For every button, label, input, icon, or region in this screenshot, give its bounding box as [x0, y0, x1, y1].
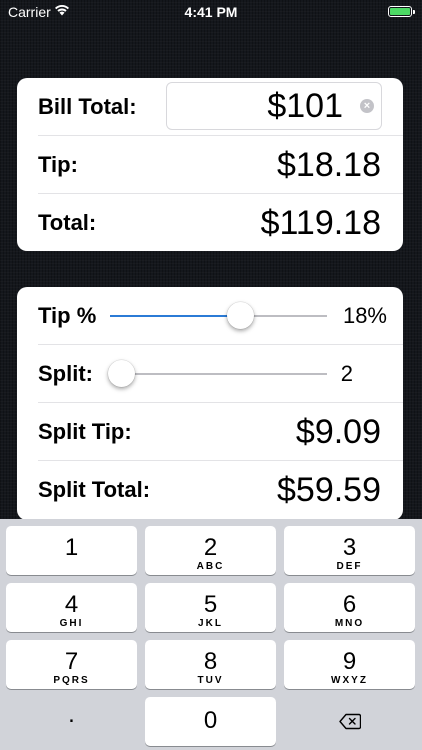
- tip-percent-label: Tip %: [38, 303, 97, 328]
- delete-key[interactable]: [284, 697, 415, 746]
- split-card: Tip % 18% Split: 2 Split Tip: $9.09 Spli…: [17, 287, 403, 520]
- key-7[interactable]: 7 PQRS: [6, 640, 137, 689]
- bill-total-row: Bill Total: ×: [17, 78, 403, 136]
- key-3[interactable]: 3 DEF: [284, 526, 415, 575]
- status-bar: Carrier 4:41 PM: [0, 0, 422, 24]
- backspace-icon: [339, 713, 361, 730]
- key-9[interactable]: 9 WXYZ: [284, 640, 415, 689]
- key-5[interactable]: 5 JKL: [145, 583, 276, 632]
- tip-percent-value: 18%: [342, 303, 387, 328]
- key-7-letters: PQRS: [53, 675, 90, 686]
- key-4-letters: GHI: [59, 618, 84, 629]
- tip-slider-thumb[interactable]: [227, 302, 255, 329]
- bill-card: Bill Total: × Tip: $18.18 Total: $119.18: [17, 78, 403, 251]
- split-total-label: Split Total:: [38, 477, 151, 502]
- key-0[interactable]: 0: [145, 697, 276, 746]
- total-row: Total: $119.18: [17, 194, 403, 252]
- split-slider[interactable]: [107, 360, 327, 387]
- bill-total-label: Bill Total:: [38, 94, 137, 119]
- key-6[interactable]: 6 MNO: [284, 583, 415, 632]
- key-0-digit: 0: [203, 707, 218, 734]
- tip-percent-slider[interactable]: [110, 302, 327, 329]
- key-2-digit: 2: [203, 534, 218, 561]
- key-3-digit: 3: [342, 534, 357, 561]
- split-row: Split: 2: [17, 345, 403, 403]
- key-9-digit: 9: [342, 648, 357, 675]
- key-decimal[interactable]: .: [6, 697, 137, 746]
- tip-percent-row: Tip % 18%: [17, 287, 403, 345]
- key-9-letters: WXYZ: [331, 675, 368, 686]
- key-8[interactable]: 8 TUV: [145, 640, 276, 689]
- battery-icon: [388, 6, 415, 17]
- key-2[interactable]: 2 ABC: [145, 526, 276, 575]
- numeric-keypad: 1 2 ABC 3 DEF 4 GHI 5 JKL 6 MNO 7 PQRS 8…: [0, 519, 422, 750]
- total-label: Total:: [38, 210, 97, 235]
- split-label: Split:: [38, 361, 93, 386]
- total-value: $119.18: [260, 204, 381, 242]
- key-1[interactable]: 1: [6, 526, 137, 575]
- key-1-digit: 1: [64, 534, 79, 561]
- key-5-digit: 5: [203, 591, 218, 618]
- tip-slider-fill: [110, 315, 241, 317]
- key-8-digit: 8: [203, 648, 218, 675]
- split-tip-label: Split Tip:: [38, 419, 132, 444]
- key-4-digit: 4: [64, 591, 79, 618]
- split-total-value: $59.59: [277, 471, 381, 509]
- key-6-digit: 6: [342, 591, 357, 618]
- key-6-letters: MNO: [334, 618, 365, 629]
- status-time: 4:41 PM: [184, 4, 238, 20]
- key-2-letters: ABC: [196, 561, 225, 572]
- split-total-row: Split Total: $59.59: [17, 461, 403, 519]
- split-tip-row: Split Tip: $9.09: [17, 403, 403, 461]
- key-decimal-label: .: [68, 701, 75, 728]
- split-slider-thumb[interactable]: [107, 360, 135, 387]
- key-8-letters: TUV: [197, 675, 224, 686]
- clear-icon[interactable]: ×: [360, 99, 374, 113]
- key-3-letters: DEF: [336, 561, 363, 572]
- tip-value: $18.18: [277, 146, 381, 184]
- split-value: 2: [340, 361, 353, 386]
- key-7-digit: 7: [64, 648, 79, 675]
- tip-row: Tip: $18.18: [17, 136, 403, 194]
- key-4[interactable]: 4 GHI: [6, 583, 137, 632]
- tip-label: Tip:: [38, 152, 78, 177]
- bill-total-input[interactable]: [166, 82, 382, 130]
- split-tip-value: $9.09: [295, 413, 381, 451]
- key-5-letters: JKL: [198, 618, 223, 629]
